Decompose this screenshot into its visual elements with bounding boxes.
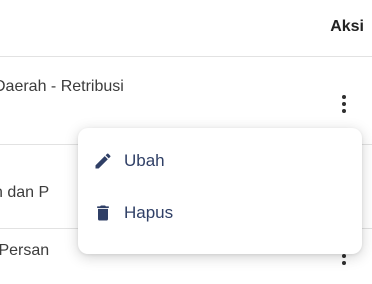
kebab-dot-icon xyxy=(342,109,346,113)
pencil-icon xyxy=(92,150,114,172)
kebab-dot-icon xyxy=(342,95,346,99)
kebab-dot-icon xyxy=(342,102,346,106)
trash-icon xyxy=(92,202,114,224)
menu-item-edit[interactable]: Ubah xyxy=(92,146,165,176)
kebab-dot-icon xyxy=(342,254,346,258)
row-title-text: n dan P xyxy=(0,184,50,201)
row-actions-menu: Ubah Hapus xyxy=(78,128,362,254)
row-actions-kebab-button[interactable] xyxy=(338,94,350,114)
menu-item-delete[interactable]: Hapus xyxy=(92,198,173,228)
header-divider xyxy=(0,56,372,57)
row-title-text: /Persan xyxy=(0,242,50,259)
menu-item-delete-label: Hapus xyxy=(124,203,174,222)
row-title-text: Daerah - Retribusi xyxy=(0,78,124,95)
kebab-dot-icon xyxy=(342,261,346,265)
table-header-action: Aksi xyxy=(330,18,364,35)
menu-item-edit-label: Ubah xyxy=(124,151,165,170)
